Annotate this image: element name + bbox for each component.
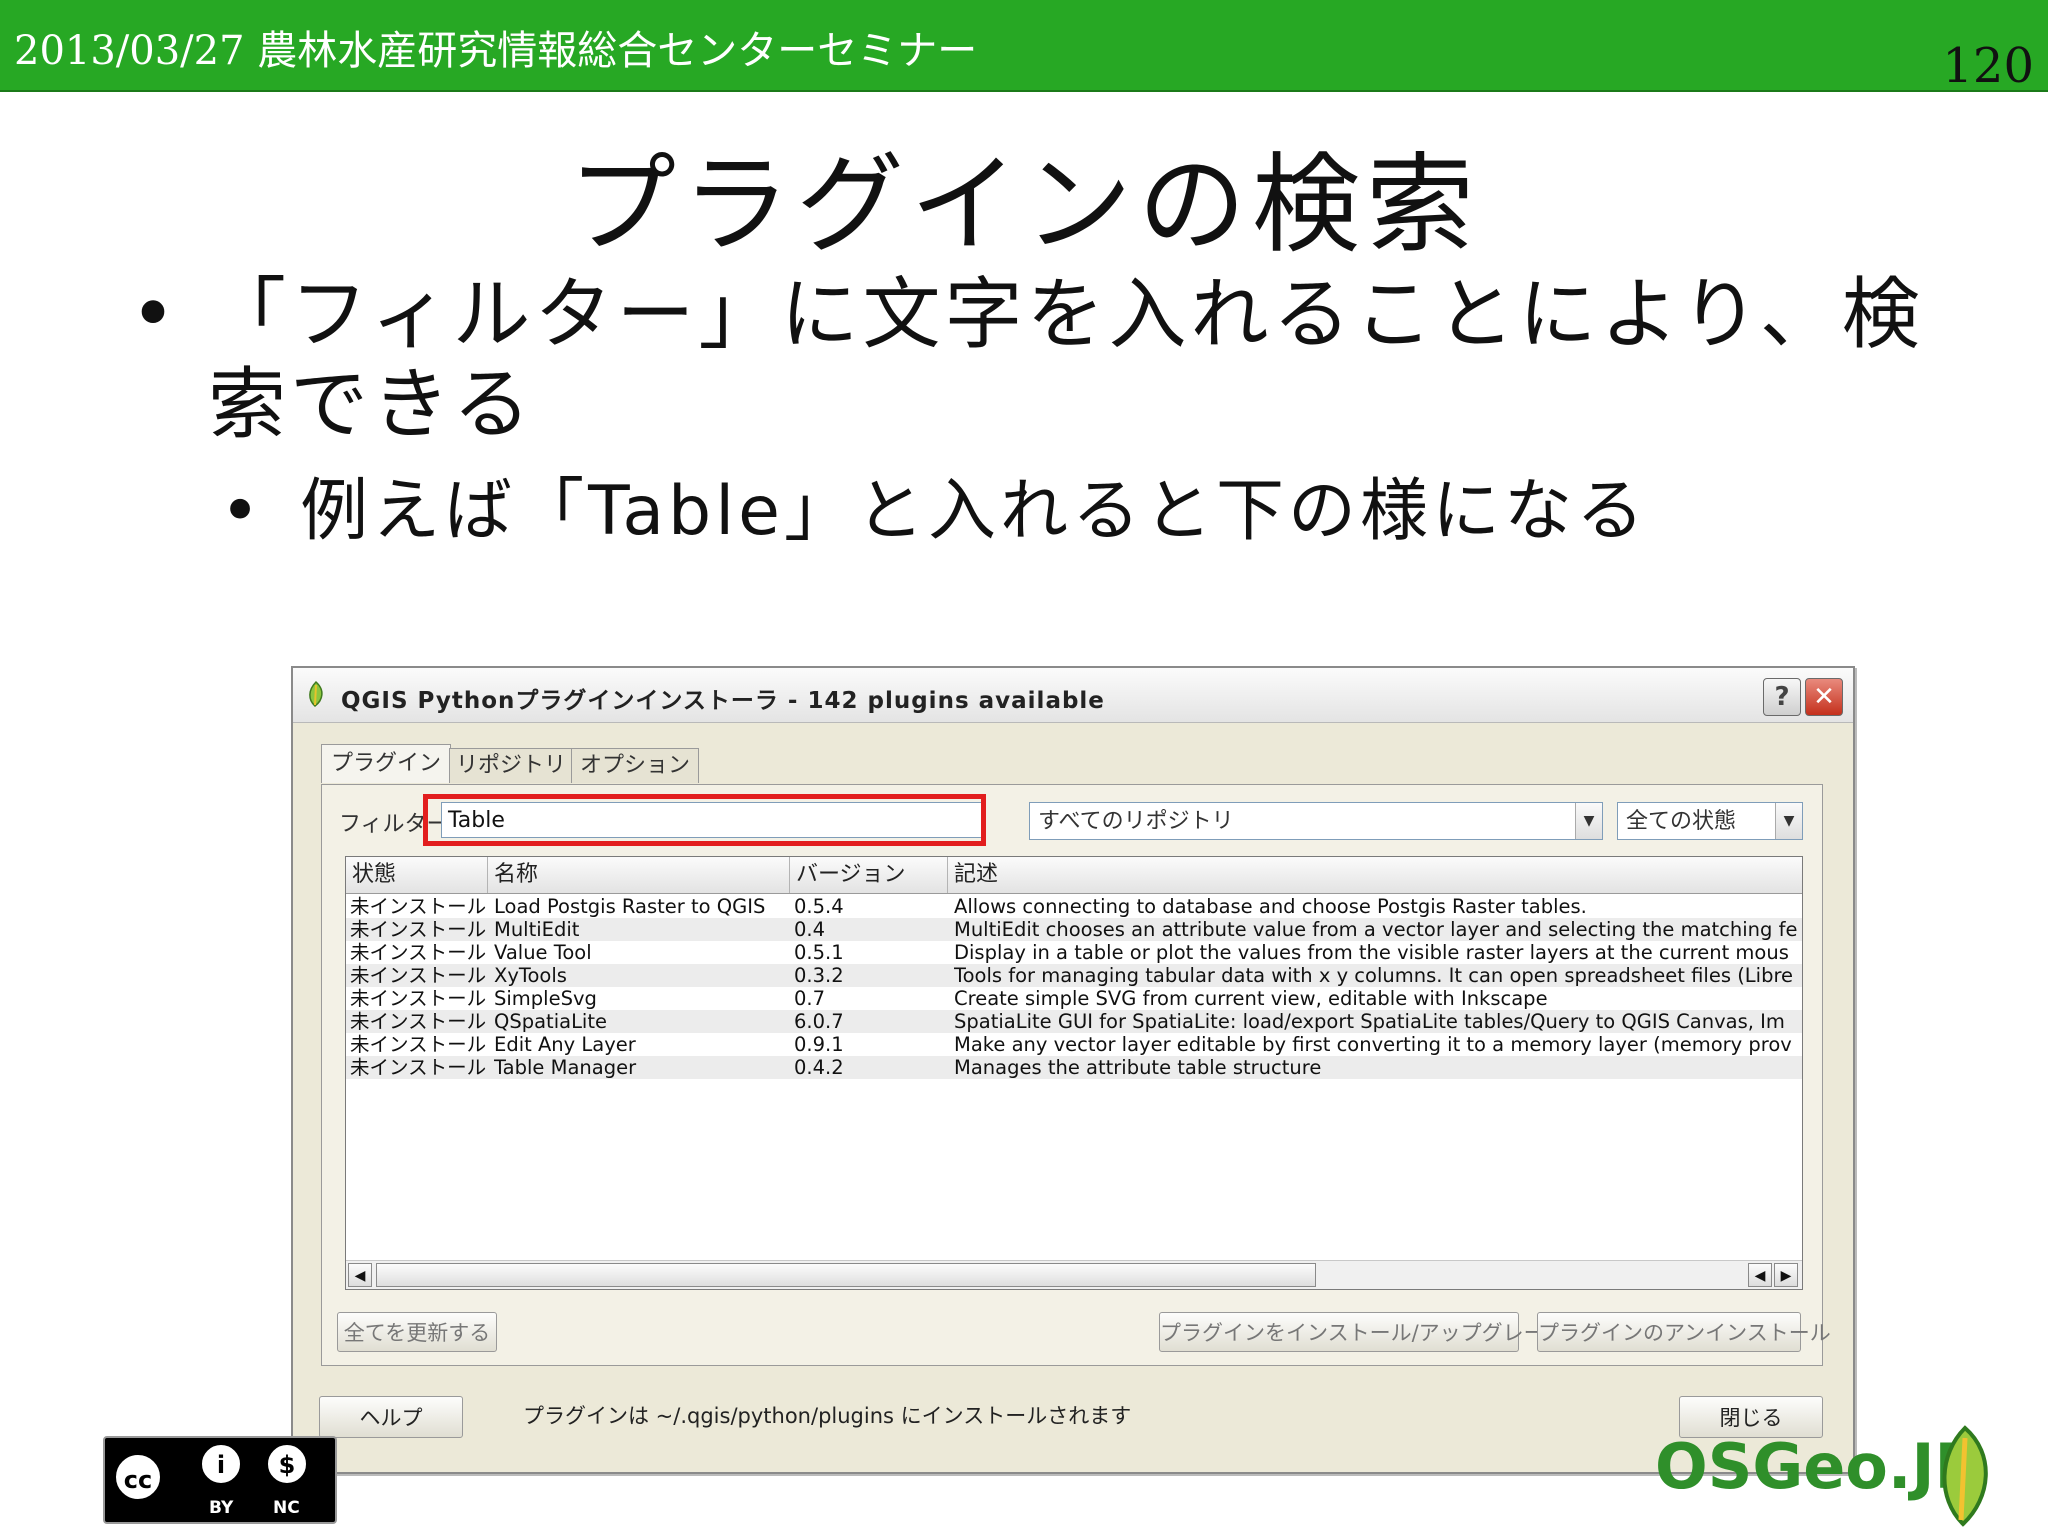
help-button[interactable]: ヘルプ — [319, 1396, 463, 1438]
cell-description: Create simple SVG from current view, edi… — [954, 987, 1548, 1010]
table-header: 状態 名称 バージョン 記述 — [346, 857, 1802, 894]
cell-version: 0.3.2 — [794, 964, 844, 987]
cell-status: 未インストール — [350, 895, 486, 918]
cell-status: 未インストール — [350, 941, 486, 964]
cc-by-label: BY — [209, 1498, 234, 1518]
cell-name: SimpleSvg — [494, 987, 597, 1010]
header-text: 2013/03/27 農林水産研究情報総合センターセミナー — [14, 28, 978, 74]
plugin-table: 状態 名称 バージョン 記述 未インストール Load Postgis Rast… — [345, 856, 1803, 1290]
repository-select-value: すべてのリポジトリ — [1038, 809, 1234, 834]
table-row[interactable]: 未インストール Load Postgis Raster to QGIS 0.5.… — [346, 895, 1802, 918]
table-row[interactable]: 未インストール MultiEdit 0.4 MultiEdit chooses … — [346, 918, 1802, 941]
noncommercial-icon: $ — [265, 1442, 309, 1486]
scroll-left-icon[interactable]: ◀ — [348, 1263, 372, 1287]
bullet-icon: • — [130, 270, 181, 360]
cc-nc-label: NC — [273, 1498, 300, 1518]
uninstall-button[interactable]: プラグインのアンインストール — [1537, 1312, 1831, 1352]
cell-status: 未インストール — [350, 918, 486, 941]
scroll-right-icon[interactable]: ▶ — [1774, 1263, 1798, 1287]
update-all-button[interactable]: 全てを更新する — [337, 1312, 497, 1352]
horizontal-scrollbar[interactable]: ◀ ◀ ▶ — [346, 1260, 1802, 1289]
scroll-left-icon[interactable]: ◀ — [1748, 1263, 1772, 1287]
status-select-value: 全ての状態 — [1626, 809, 1737, 834]
table-row[interactable]: 未インストール Value Tool 0.5.1 Display in a ta… — [346, 941, 1802, 964]
table-body: 未インストール Load Postgis Raster to QGIS 0.5.… — [346, 895, 1802, 1079]
cell-description: SpatiaLite GUI for SpatiaLite: load/expo… — [954, 1010, 1785, 1033]
table-row[interactable]: 未インストール Table Manager 0.4.2 Manages the … — [346, 1056, 1802, 1079]
bullet-icon: • — [220, 472, 265, 551]
cc-license-badge: cc i $ BY NC — [103, 1436, 337, 1524]
cell-name: QSpatiaLite — [494, 1010, 607, 1033]
qgis-leaf-icon — [309, 680, 323, 707]
cell-status: 未インストール — [350, 1033, 486, 1056]
table-row[interactable]: 未インストール SimpleSvg 0.7 Create simple SVG … — [346, 987, 1802, 1010]
qgis-logo-icon — [1942, 1425, 1988, 1527]
cell-version: 0.9.1 — [794, 1033, 844, 1056]
cell-status: 未インストール — [350, 1056, 486, 1079]
cell-name: MultiEdit — [494, 918, 580, 941]
status-select[interactable]: 全ての状態 ▼ — [1617, 802, 1803, 840]
cell-status: 未インストール — [350, 987, 486, 1010]
install-upgrade-button[interactable]: プラグインをインストール/アップグレード — [1159, 1312, 1566, 1352]
table-row[interactable]: 未インストール XyTools 0.3.2 Tools for managing… — [346, 964, 1802, 987]
header-bar: 2013/03/27 農林水産研究情報総合センターセミナー — [0, 0, 2048, 92]
cell-name: Edit Any Layer — [494, 1033, 636, 1056]
help-icon[interactable]: ? — [1763, 678, 1801, 716]
cell-version: 0.5.1 — [794, 941, 844, 964]
cell-description: Allows connecting to database and choose… — [954, 895, 1587, 918]
page-number: 120 — [1942, 38, 2034, 94]
cell-name: Load Postgis Raster to QGIS — [494, 895, 766, 918]
cell-version: 0.4.2 — [794, 1056, 844, 1079]
cell-status: 未インストール — [350, 1010, 486, 1033]
close-icon[interactable]: ✕ — [1805, 678, 1843, 716]
attribution-icon: i — [199, 1442, 243, 1486]
cell-name: XyTools — [494, 964, 567, 987]
repository-select[interactable]: すべてのリポジトリ ▼ — [1029, 802, 1603, 840]
cell-description: Make any vector layer editable by first … — [954, 1033, 1792, 1056]
osgeo-logo: OSGeo.JP — [1555, 1420, 2025, 1530]
cell-version: 6.0.7 — [794, 1010, 844, 1033]
cell-version: 0.4 — [794, 918, 826, 941]
highlight-box — [423, 794, 986, 846]
dialog-titlebar[interactable]: QGIS Pythonプラグインインストーラ - 142 plugins ava… — [293, 668, 1853, 723]
chevron-down-icon[interactable]: ▼ — [1575, 803, 1602, 839]
bullet-point-2: • 例えば「Table」と入れると下の様になる — [220, 455, 1648, 554]
bullet-text-2: 例えば「Table」と入れると下の様になる — [300, 472, 1648, 551]
column-header-description[interactable]: 記述 — [948, 857, 1802, 893]
chevron-down-icon[interactable]: ▼ — [1775, 803, 1802, 839]
cell-description: MultiEdit chooses an attribute value fro… — [954, 918, 1798, 941]
dialog-title: QGIS Pythonプラグインインストーラ - 142 plugins ava… — [341, 688, 1105, 714]
scrollbar-thumb[interactable] — [376, 1263, 1316, 1287]
bullet-text-1: 「フィルター」に文字を入れることにより、検索できる — [208, 270, 1924, 450]
table-row[interactable]: 未インストール QSpatiaLite 6.0.7 SpatiaLite GUI… — [346, 1010, 1802, 1033]
column-header-status[interactable]: 状態 — [346, 857, 488, 893]
plugin-installer-dialog: QGIS Pythonプラグインインストーラ - 142 plugins ava… — [291, 666, 1855, 1474]
tab-plugins[interactable]: プラグイン — [321, 744, 451, 783]
cell-description: Manages the attribute table structure — [954, 1056, 1322, 1079]
tab-repositories[interactable]: リポジトリ — [449, 748, 573, 783]
cc-icon: cc — [113, 1452, 163, 1502]
cell-name: Value Tool — [494, 941, 592, 964]
bullet-point-1: • 「フィルター」に文字を入れることにより、検索できる — [130, 270, 1960, 450]
install-path-info: プラグインは ~/.qgis/python/plugins にインストールされま… — [523, 1404, 1132, 1428]
cell-description: Tools for managing tabular data with x y… — [954, 964, 1794, 987]
cell-status: 未インストール — [350, 964, 486, 987]
cell-version: 0.5.4 — [794, 895, 844, 918]
cell-description: Display in a table or plot the values fr… — [954, 941, 1789, 964]
column-header-name[interactable]: 名称 — [488, 857, 790, 893]
cell-version: 0.7 — [794, 987, 826, 1010]
table-row[interactable]: 未インストール Edit Any Layer 0.9.1 Make any ve… — [346, 1033, 1802, 1056]
tab-options[interactable]: オプション — [571, 748, 699, 783]
cell-name: Table Manager — [494, 1056, 637, 1079]
slide-title: プラグインの検索 — [567, 143, 1480, 268]
column-header-version[interactable]: バージョン — [790, 857, 948, 893]
